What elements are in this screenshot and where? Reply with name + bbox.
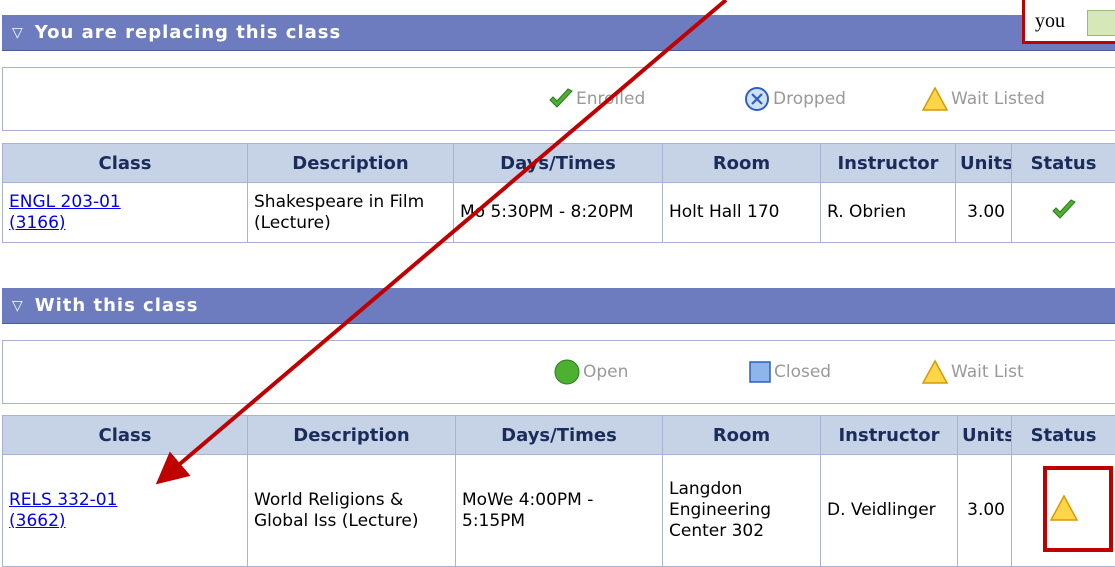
- section-title: You are replacing this class: [34, 22, 342, 43]
- dropped-x-icon: [745, 87, 769, 111]
- class-number: (3166): [9, 212, 66, 233]
- section-header-replacing[interactable]: ▽ You are replacing this class: [2, 15, 1115, 51]
- column-header-days-times: Days/Times: [455, 415, 663, 455]
- legend-item-dropped: Dropped: [743, 68, 846, 130]
- room-cell: Langdon Engineering Center 302: [662, 454, 821, 567]
- legend-label: Wait Listed: [951, 89, 1045, 109]
- collapse-triangle-icon[interactable]: ▽: [12, 299, 23, 313]
- column-header-room: Room: [662, 415, 821, 455]
- table-row: RELS 332-01 (3662) World Religions & Glo…: [2, 454, 1115, 567]
- table-header-row: Class Description Days/Times Room Instru…: [2, 143, 1115, 183]
- column-header-units: Units: [955, 143, 1012, 183]
- column-header-instructor: Instructor: [820, 143, 956, 183]
- warning-triangle-icon: [921, 86, 949, 111]
- table-header-row: Class Description Days/Times Room Instru…: [2, 415, 1115, 455]
- column-header-status: Status: [1011, 415, 1115, 455]
- open-circle-icon: [554, 359, 580, 385]
- status-legend-enrolled: Enrolled Dropped Wait Listed: [2, 67, 1115, 131]
- class-code: ENGL 203-01: [9, 191, 121, 212]
- class-link-engl-203[interactable]: ENGL 203-01 (3166): [9, 192, 121, 233]
- legend-label: Dropped: [773, 89, 846, 109]
- callout-text: you: [1035, 10, 1065, 32]
- room-cell: Holt Hall 170: [662, 182, 821, 243]
- units-cell: 3.00: [957, 454, 1012, 567]
- class-cell: RELS 332-01 (3662): [2, 454, 248, 567]
- class-cell: ENGL 203-01 (3166): [2, 182, 248, 243]
- legend-label: Open: [583, 362, 629, 382]
- column-header-description: Description: [247, 415, 456, 455]
- class-number: (3662): [9, 510, 66, 531]
- legend-item-wait-list: Wait List: [921, 341, 1024, 403]
- column-header-description: Description: [247, 143, 454, 183]
- column-header-days-times: Days/Times: [453, 143, 663, 183]
- days-times-cell: MoWe 4:00PM - 5:15PM: [455, 454, 663, 567]
- legend-label: Enrolled: [576, 89, 646, 109]
- warning-triangle-icon: [921, 359, 949, 384]
- column-header-instructor: Instructor: [820, 415, 958, 455]
- legend-label: Wait List: [951, 362, 1024, 382]
- annotation-callout-box: you: [1022, 0, 1115, 44]
- table-row: ENGL 203-01 (3166) Shakespeare in Film (…: [2, 182, 1115, 243]
- status-cell: [1011, 182, 1115, 243]
- check-icon: [549, 88, 573, 108]
- section-title: With this class: [34, 295, 199, 316]
- column-header-units: Units: [957, 415, 1012, 455]
- status-cell: [1011, 454, 1115, 567]
- section-header-with-this-class[interactable]: ▽ With this class: [2, 288, 1115, 324]
- status-legend-availability: Open Closed Wait List: [2, 340, 1115, 404]
- legend-item-open: Open: [553, 341, 628, 403]
- check-icon: [1051, 198, 1076, 219]
- class-link-rels-332[interactable]: RELS 332-01 (3662): [9, 490, 117, 531]
- warning-triangle-icon: [1049, 493, 1078, 521]
- callout-button-fragment: [1087, 10, 1115, 36]
- closed-square-icon: [749, 361, 771, 383]
- legend-item-enrolled: Enrolled: [548, 68, 645, 130]
- description-cell: Shakespeare in Film (Lecture): [247, 182, 454, 243]
- column-header-room: Room: [662, 143, 821, 183]
- legend-label: Closed: [774, 362, 832, 382]
- column-header-class: Class: [2, 143, 248, 183]
- class-code: RELS 332-01: [9, 489, 118, 510]
- days-times-cell: Mo 5:30PM - 8:20PM: [453, 182, 663, 243]
- column-header-status: Status: [1011, 143, 1115, 183]
- legend-item-closed: Closed: [748, 341, 831, 403]
- legend-item-wait-listed: Wait Listed: [921, 68, 1045, 130]
- column-header-class: Class: [2, 415, 248, 455]
- replacing-class-table: Class Description Days/Times Room Instru…: [2, 143, 1115, 243]
- description-cell: World Religions & Global Iss (Lecture): [247, 454, 456, 567]
- instructor-cell: D. Veidlinger: [820, 454, 958, 567]
- units-cell: 3.00: [955, 182, 1012, 243]
- new-class-table: Class Description Days/Times Room Instru…: [2, 415, 1115, 567]
- instructor-cell: R. Obrien: [820, 182, 956, 243]
- collapse-triangle-icon[interactable]: ▽: [12, 26, 23, 40]
